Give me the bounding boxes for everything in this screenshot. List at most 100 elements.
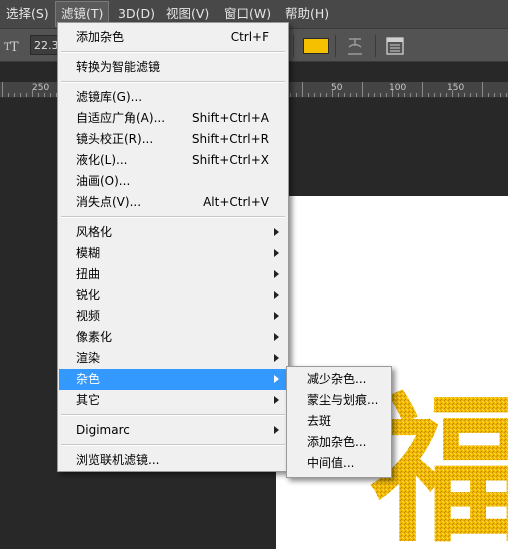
font-size-input[interactable]: 22.3	[30, 35, 60, 55]
ruler-label: 250	[32, 83, 50, 93]
ruler-tick	[344, 93, 345, 97]
submenu-arrow-icon	[274, 249, 279, 257]
menu-item-vanishing-point[interactable]: 消失点(V)... Alt+Ctrl+V	[59, 192, 287, 213]
ruler-tick	[362, 82, 363, 97]
ruler-tick	[26, 93, 27, 97]
ruler-tick	[398, 93, 399, 97]
ruler-tick	[470, 93, 471, 97]
submenu-item-dust-scratches[interactable]: 蒙尘与划痕...	[288, 390, 390, 411]
menu-item-blur[interactable]: 模糊	[59, 243, 287, 264]
menu-item-filter-gallery[interactable]: 滤镜库(G)...	[59, 87, 287, 108]
menu-item-label: 其它	[76, 393, 101, 407]
menu-item-last-filter[interactable]: 添加杂色 Ctrl+F	[59, 27, 287, 48]
menu-item-label: 模糊	[76, 246, 101, 260]
menu-item-label: 锐化	[76, 288, 101, 302]
menu-help[interactable]: 帮助(H)	[285, 0, 329, 28]
ruler-tick	[338, 93, 339, 97]
ruler-tick	[434, 93, 435, 97]
ruler-tick	[296, 93, 297, 97]
submenu-arrow-icon	[274, 228, 279, 236]
menu-item-pixelate[interactable]: 像素化	[59, 327, 287, 348]
ruler-tick	[494, 93, 495, 97]
menu-item-distort[interactable]: 扭曲	[59, 264, 287, 285]
ruler-tick	[488, 93, 489, 97]
menu-item-label: 去斑	[307, 414, 332, 428]
shortcut-label: Shift+Ctrl+A	[192, 111, 269, 125]
menu-item-label: 消失点(V)...	[76, 195, 142, 209]
menu-item-label: Digimarc	[76, 423, 130, 437]
ruler-tick	[8, 93, 9, 97]
ruler-tick	[452, 90, 453, 97]
ruler-tick	[320, 93, 321, 97]
ruler-tick	[386, 93, 387, 97]
menu-item-label: 中间值...	[307, 456, 355, 470]
menu-separator	[61, 51, 285, 53]
submenu-item-add-noise[interactable]: 添加杂色...	[288, 432, 390, 453]
submenu-arrow-icon	[274, 291, 279, 299]
ruler-tick	[410, 93, 411, 97]
ruler-tick	[380, 93, 381, 97]
divider	[335, 35, 336, 57]
ruler-tick	[20, 93, 21, 97]
menu-select[interactable]: 选择(S)	[6, 0, 49, 28]
submenu-arrow-icon	[274, 270, 279, 278]
menu-separator	[61, 444, 285, 446]
menu-item-noise[interactable]: 杂色	[59, 369, 287, 390]
filter-menu: 添加杂色 Ctrl+F 转换为智能滤镜 滤镜库(G)... 自适应广角(A)..…	[57, 22, 289, 472]
ruler-tick	[506, 93, 507, 97]
submenu-arrow-icon	[274, 375, 279, 383]
warp-text-icon[interactable]	[345, 35, 365, 57]
menu-item-liquify[interactable]: 液化(L)... Shift+Ctrl+X	[59, 150, 287, 171]
shortcut-label: Shift+Ctrl+R	[191, 132, 269, 146]
menu-item-oil-paint[interactable]: 油画(O)...	[59, 171, 287, 192]
menu-item-convert-smart-filter[interactable]: 转换为智能滤镜	[59, 57, 287, 78]
ruler-tick	[314, 93, 315, 97]
menu-item-label: 像素化	[76, 330, 113, 344]
ruler-tick	[302, 82, 303, 97]
menu-item-label: 视频	[76, 309, 101, 323]
menu-item-other[interactable]: 其它	[59, 390, 287, 411]
submenu-arrow-icon	[274, 312, 279, 320]
menu-item-sharpen[interactable]: 锐化	[59, 285, 287, 306]
shortcut-label: Ctrl+F	[230, 30, 269, 44]
ruler-tick	[308, 93, 309, 97]
ruler-tick	[50, 93, 51, 97]
ruler-tick	[356, 93, 357, 97]
ruler-tick	[326, 93, 327, 97]
menu-item-render[interactable]: 渲染	[59, 348, 287, 369]
ruler-tick	[446, 93, 447, 97]
ruler-label: 150	[447, 83, 465, 93]
menu-item-stylize[interactable]: 风格化	[59, 222, 287, 243]
text-color-swatch[interactable]	[303, 38, 329, 54]
menu-item-label: 蒙尘与划痕...	[307, 393, 379, 407]
menu-item-label: 自适应广角(A)...	[76, 111, 166, 125]
ruler-tick	[374, 93, 375, 97]
noise-submenu: 减少杂色... 蒙尘与划痕... 去斑 添加杂色... 中间值...	[286, 366, 392, 478]
menu-item-browse-online-filters[interactable]: 浏览联机滤镜...	[59, 450, 287, 471]
submenu-item-despeckle[interactable]: 去斑	[288, 411, 390, 432]
character-panel-icon[interactable]	[386, 37, 404, 55]
divider	[293, 35, 294, 57]
submenu-item-reduce-noise[interactable]: 减少杂色...	[288, 369, 390, 390]
submenu-arrow-icon	[274, 333, 279, 341]
menu-item-label: 添加杂色	[76, 30, 125, 44]
ruler-tick	[458, 93, 459, 97]
menu-item-digimarc[interactable]: Digimarc	[59, 420, 287, 441]
ruler-tick	[2, 82, 3, 97]
ruler-tick	[416, 93, 417, 97]
menu-item-label: 浏览联机滤镜...	[76, 453, 160, 467]
ruler-tick	[290, 93, 291, 97]
ruler-tick	[422, 82, 423, 97]
svg-text:T: T	[10, 40, 19, 52]
menu-item-label: 风格化	[76, 225, 113, 239]
menu-item-label: 扭曲	[76, 267, 101, 281]
menu-item-label: 油画(O)...	[76, 174, 131, 188]
menu-item-adaptive-wide-angle[interactable]: 自适应广角(A)... Shift+Ctrl+A	[59, 108, 287, 129]
menu-item-lens-correction[interactable]: 镜头校正(R)... Shift+Ctrl+R	[59, 129, 287, 150]
ruler-tick	[482, 82, 483, 97]
ruler-tick	[332, 90, 333, 97]
ruler-tick	[32, 90, 33, 97]
ruler-tick	[350, 93, 351, 97]
menu-item-video[interactable]: 视频	[59, 306, 287, 327]
submenu-item-median[interactable]: 中间值...	[288, 453, 390, 474]
